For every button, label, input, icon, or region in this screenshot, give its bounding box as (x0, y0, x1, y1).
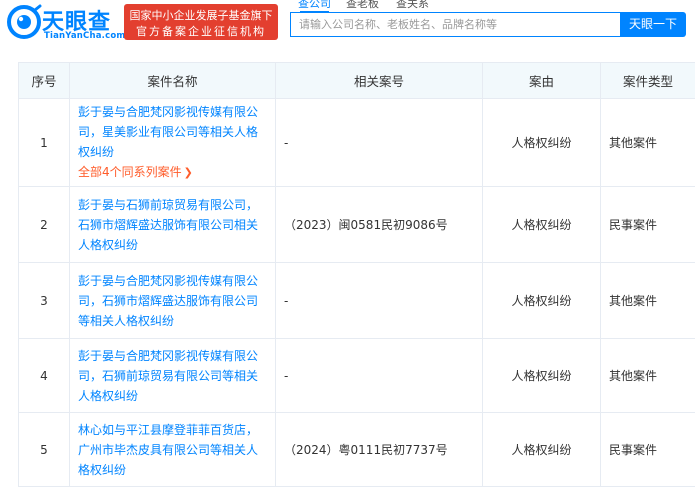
case-name-link[interactable]: 林心如与平江县摩登菲菲百货店，广州市毕杰皮具有限公司等相关人格权纠纷 (78, 423, 258, 477)
row-case-type: 其他案件 (600, 262, 695, 339)
logo-domain: TianYanCha.com (44, 31, 126, 41)
header-cause: 案由 (482, 62, 601, 99)
tab-boss[interactable]: 查老板 (346, 0, 379, 11)
row-case-cell: 彭于晏与合肥梵冈影视传媒有限公司，石狮前琼贸易有限公司等相关人格权纠纷 (69, 338, 276, 413)
badge-line-2: 官方备案企业征信机构 (136, 25, 266, 38)
case-name-link[interactable]: 彭于晏与石狮前琼贸易有限公司，石狮市熠辉盛达服饰有限公司相关人格权纠纷 (78, 198, 258, 252)
case-name-link[interactable]: 彭于晏与合肥梵冈影视传媒有限公司，石狮前琼贸易有限公司等相关人格权纠纷 (78, 349, 258, 403)
row-cause: 人格权纠纷 (482, 338, 601, 413)
row-case-type: 其他案件 (600, 98, 695, 187)
row-case-ref: （2024）粤0111民初7737号 (275, 412, 483, 487)
tab-company[interactable]: 查公司 (298, 0, 331, 13)
eye-logo-icon (7, 4, 42, 39)
row-case-ref: - (275, 98, 483, 187)
site-header: 天眼查 TianYanCha.com 国家中小企业发展子基金旗下 官方备案企业征… (0, 0, 695, 50)
row-cause: 人格权纠纷 (482, 412, 601, 487)
series-cases-link[interactable]: 全部4个同系列案件 ❯ (78, 162, 269, 183)
case-table: 序号 案件名称 相关案号 案由 案件类型 1 彭于晏与合肥梵冈影视传媒有限公司，… (18, 62, 695, 487)
search-input[interactable] (291, 13, 620, 36)
row-case-ref: （2023）闽0581民初9086号 (275, 186, 483, 263)
header-case-type: 案件类型 (600, 62, 695, 99)
badge-line-1: 国家中小企业发展子基金旗下 (129, 9, 273, 22)
row-case-type: 民事案件 (600, 412, 695, 487)
row-case-ref: - (275, 262, 483, 339)
case-name-link[interactable]: 彭于晏与合肥梵冈影视传媒有限公司，星美影业有限公司等相关人格权纠纷 (78, 105, 258, 159)
row-case-ref: - (275, 338, 483, 413)
row-no: 3 (18, 262, 70, 339)
row-cause: 人格权纠纷 (482, 186, 601, 263)
search-box (290, 12, 620, 37)
table-row: 5 林心如与平江县摩登菲菲百货店，广州市毕杰皮具有限公司等相关人格权纠纷 （20… (18, 412, 695, 487)
table-row: 1 彭于晏与合肥梵冈影视传媒有限公司，星美影业有限公司等相关人格权纠纷 全部4个… (18, 98, 695, 187)
header-case-name: 案件名称 (69, 62, 276, 99)
table-row: 2 彭于晏与石狮前琼贸易有限公司，石狮市熠辉盛达服饰有限公司相关人格权纠纷 （2… (18, 186, 695, 263)
search-button[interactable]: 天眼一下 (620, 12, 686, 37)
row-case-cell: 彭于晏与合肥梵冈影视传媒有限公司，石狮市熠辉盛达服饰有限公司等相关人格权纠纷 (69, 262, 276, 339)
table-row: 3 彭于晏与合肥梵冈影视传媒有限公司，石狮市熠辉盛达服饰有限公司等相关人格权纠纷… (18, 262, 695, 339)
row-cause: 人格权纠纷 (482, 262, 601, 339)
row-no: 1 (18, 98, 70, 187)
series-link-label: 全部4个同系列案件 (78, 165, 182, 179)
row-cause: 人格权纠纷 (482, 98, 601, 187)
table-header-row: 序号 案件名称 相关案号 案由 案件类型 (18, 62, 695, 99)
tab-relation[interactable]: 查关系 (396, 0, 429, 11)
row-no: 4 (18, 338, 70, 413)
row-case-type: 其他案件 (600, 338, 695, 413)
chevron-right-icon: ❯ (183, 166, 193, 179)
case-table-wrap: 序号 案件名称 相关案号 案由 案件类型 1 彭于晏与合肥梵冈影视传媒有限公司，… (18, 62, 695, 494)
header-no: 序号 (18, 62, 70, 99)
official-badge: 国家中小企业发展子基金旗下 官方备案企业征信机构 (124, 4, 278, 40)
case-name-link[interactable]: 彭于晏与合肥梵冈影视传媒有限公司，石狮市熠辉盛达服饰有限公司等相关人格权纠纷 (78, 274, 258, 328)
row-case-cell: 林心如与平江县摩登菲菲百货店，广州市毕杰皮具有限公司等相关人格权纠纷 (69, 412, 276, 487)
site-logo[interactable]: 天眼查 TianYanCha.com (6, 4, 125, 42)
row-no: 5 (18, 412, 70, 487)
row-case-cell: 彭于晏与石狮前琼贸易有限公司，石狮市熠辉盛达服饰有限公司相关人格权纠纷 (69, 186, 276, 263)
row-no: 2 (18, 186, 70, 263)
header-case-ref: 相关案号 (275, 62, 483, 99)
row-case-cell: 彭于晏与合肥梵冈影视传媒有限公司，星美影业有限公司等相关人格权纠纷 全部4个同系… (69, 98, 276, 187)
table-row: 4 彭于晏与合肥梵冈影视传媒有限公司，石狮前琼贸易有限公司等相关人格权纠纷 - … (18, 338, 695, 413)
row-case-type: 民事案件 (600, 186, 695, 263)
